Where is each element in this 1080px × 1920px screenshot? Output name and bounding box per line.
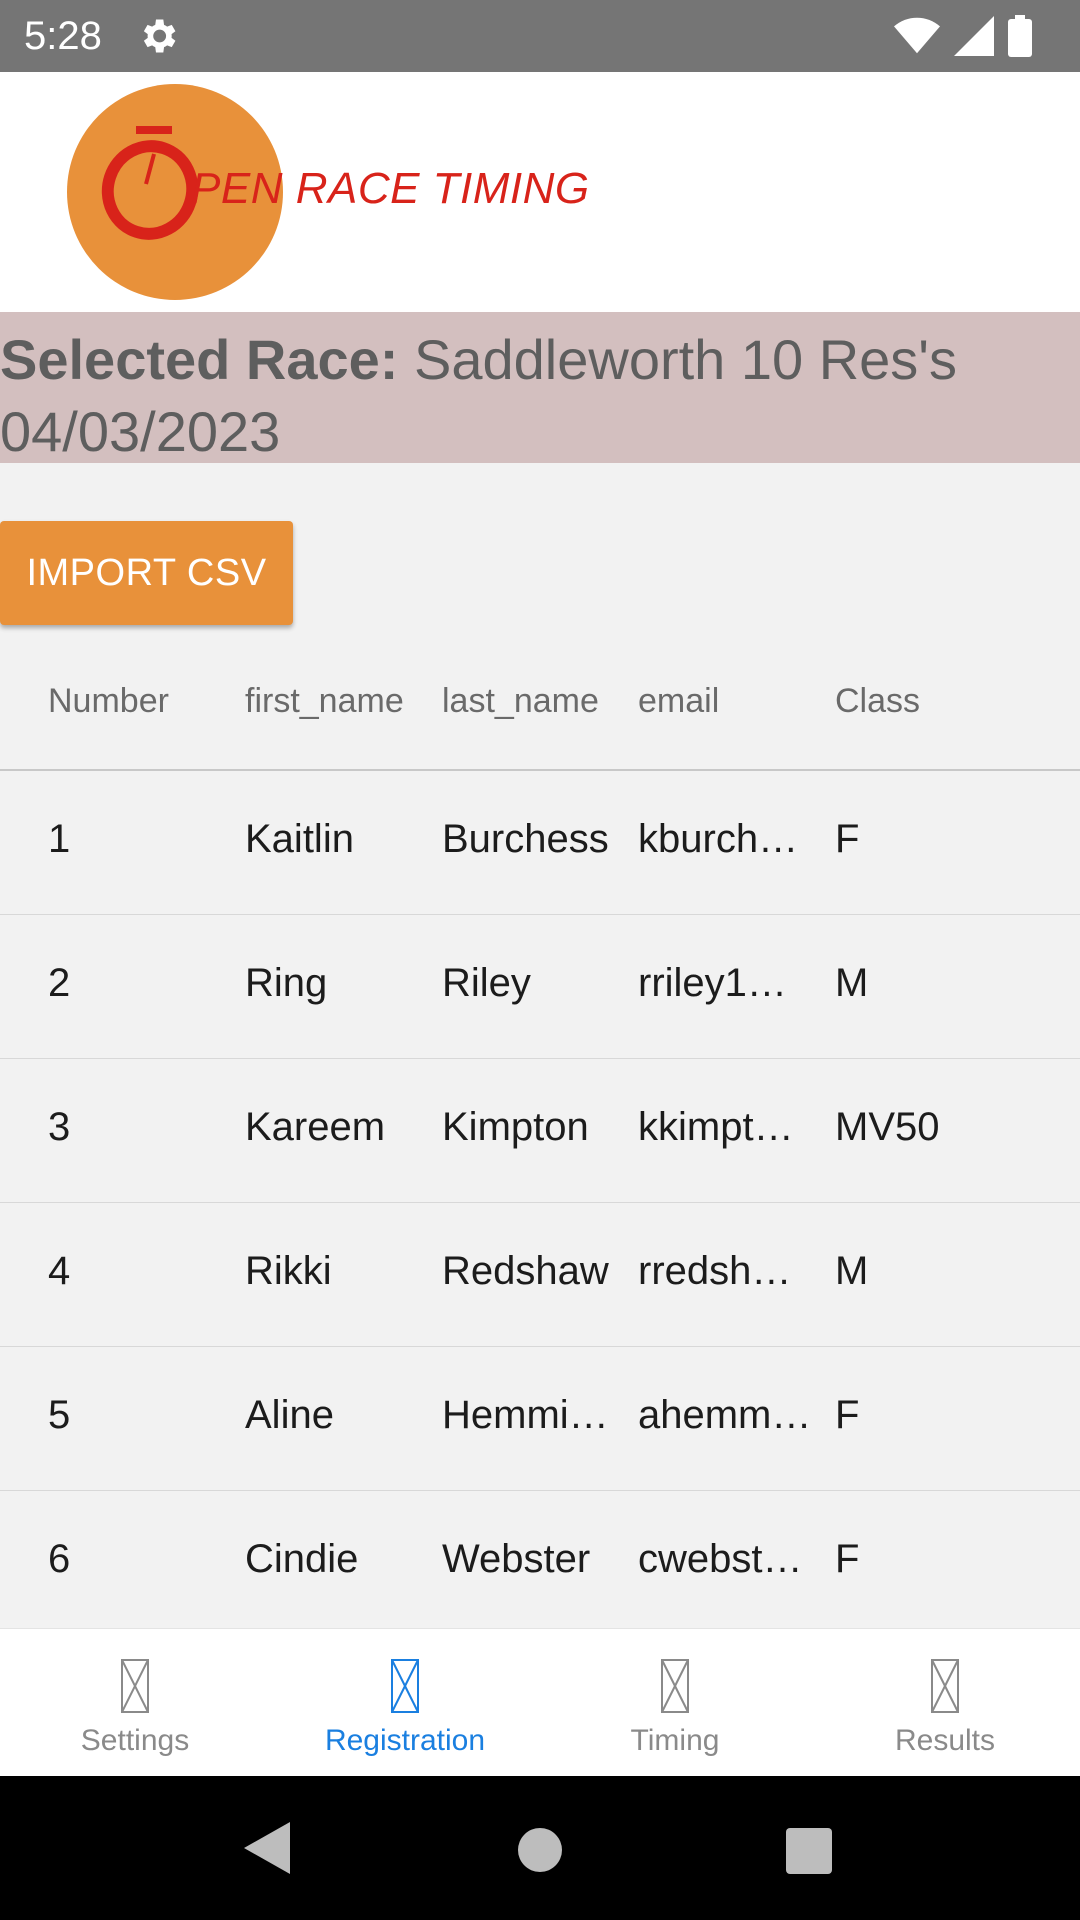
cell-class: M	[835, 1249, 869, 1293]
cell-last-name: Burchess	[442, 817, 609, 861]
placeholder-icon	[661, 1659, 689, 1713]
header-email: email	[638, 682, 720, 720]
cell-last-name: Kimpton	[442, 1105, 589, 1149]
header-first-name: first_name	[245, 682, 404, 720]
tab-results-label: Results	[894, 1724, 996, 1757]
table-header: Number first_name last_name email Class	[0, 652, 1080, 771]
registration-table: Number first_name last_name email Class …	[0, 652, 1080, 1635]
cell-email: ahemm…	[638, 1393, 812, 1437]
system-navigation-bar	[0, 1776, 1080, 1920]
cell-email: kburche…	[638, 817, 813, 861]
placeholder-icon	[121, 1659, 149, 1713]
cell-first-name: Aline	[245, 1393, 334, 1437]
selected-race-banner: Selected Race: Saddleworth 10 Res's 04/0…	[0, 312, 1080, 463]
logo-text: PEN RACE TIMING	[191, 164, 590, 213]
cell-last-name: Hemmi…	[442, 1393, 609, 1437]
cell-number: 5	[48, 1393, 71, 1437]
battery-icon	[1008, 15, 1032, 57]
cell-class: M	[835, 961, 869, 1005]
cell-email: rredsha…	[638, 1249, 813, 1293]
cell-first-name: Rikki	[245, 1249, 332, 1293]
cell-last-name: Webster	[442, 1537, 591, 1581]
cell-class: F	[835, 817, 860, 861]
table-row[interactable]: 5 Aline Hemmi… ahemm… F	[0, 1347, 1080, 1491]
cell-first-name: Kaitlin	[245, 817, 354, 861]
status-time: 5:28	[24, 14, 102, 58]
settings-gear-icon	[143, 19, 176, 53]
signal-icon	[954, 16, 994, 56]
wifi-icon	[894, 17, 940, 54]
header-class: Class	[835, 682, 921, 720]
selected-race-label: Selected Race:	[0, 328, 399, 391]
tab-registration[interactable]: Registration	[270, 1629, 540, 1777]
cell-email: cwebste…	[638, 1537, 813, 1581]
cell-email: rriley1…	[638, 961, 787, 1005]
placeholder-icon	[391, 1659, 419, 1713]
cell-number: 4	[48, 1249, 71, 1293]
cell-number: 1	[48, 817, 71, 861]
status-icons	[894, 14, 1032, 58]
placeholder-icon	[931, 1659, 959, 1713]
selected-race-date: 04/03/2023	[0, 400, 281, 463]
home-icon[interactable]	[518, 1828, 562, 1872]
tab-registration-label: Registration	[324, 1724, 486, 1757]
cell-last-name: Redshaw	[442, 1249, 609, 1293]
table-row[interactable]: 3 Kareem Kimpton kkimpt… MV50	[0, 1059, 1080, 1203]
cell-number: 2	[48, 961, 71, 1005]
tab-settings[interactable]: Settings	[0, 1629, 270, 1777]
back-icon[interactable]	[244, 1822, 290, 1874]
header-last-name: last_name	[442, 682, 599, 720]
tab-timing-label: Timing	[630, 1724, 720, 1757]
header-number: Number	[48, 682, 169, 720]
status-bar: 5:28	[0, 0, 1080, 72]
selected-race-name: Saddleworth 10 Res's	[414, 328, 957, 391]
tab-results[interactable]: Results	[810, 1629, 1080, 1777]
cell-first-name: Cindie	[245, 1537, 359, 1581]
table-row[interactable]: 4 Rikki Redshaw rredsha… M	[0, 1203, 1080, 1347]
cell-last-name: Riley	[442, 961, 531, 1005]
cell-class: F	[835, 1537, 860, 1581]
table-row[interactable]: 6 Cindie Webster cwebste… F	[0, 1491, 1080, 1635]
cell-email: kkimpt…	[638, 1105, 794, 1149]
bottom-tab-bar: Settings Registration Timing Results	[0, 1628, 1080, 1777]
tab-settings-label: Settings	[80, 1724, 190, 1757]
cell-class: F	[835, 1393, 860, 1437]
cell-class: MV50	[835, 1105, 940, 1149]
import-csv-button[interactable]: IMPORT CSV	[0, 521, 293, 625]
app-logo-header: PEN RACE TIMING	[0, 72, 1080, 312]
table-row[interactable]: 1 Kaitlin Burchess kburche… F	[0, 771, 1080, 915]
recent-apps-icon[interactable]	[786, 1828, 832, 1874]
cell-number: 6	[48, 1537, 71, 1581]
tab-timing[interactable]: Timing	[540, 1629, 810, 1777]
table-row[interactable]: 2 Ring Riley rriley1… M	[0, 915, 1080, 1059]
cell-number: 3	[48, 1105, 71, 1149]
cell-first-name: Ring	[245, 961, 328, 1005]
cell-first-name: Kareem	[245, 1105, 386, 1149]
